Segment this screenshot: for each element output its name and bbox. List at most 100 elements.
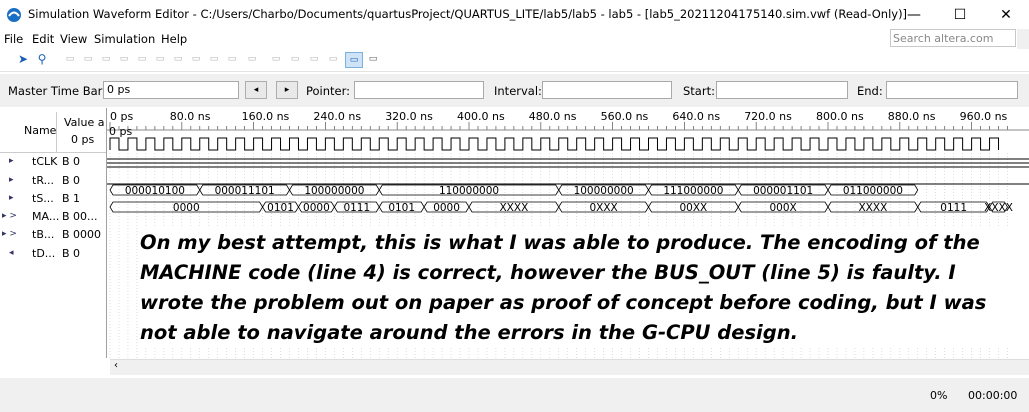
value-column-header: Value a [64, 116, 105, 129]
pointer-label: Pointer: [306, 84, 351, 98]
bus-icon: ▸ > [2, 229, 17, 239]
signal-value: B 1 [62, 192, 81, 205]
menu-simulation[interactable]: Simulation [94, 32, 155, 46]
signal-value: B 0 [62, 155, 81, 168]
signal-row-tdone[interactable]: ◂ tD... B 0 [0, 245, 106, 263]
count-value-icon[interactable]: ▭ [189, 52, 203, 66]
bus-out-value: 0000 [303, 202, 330, 214]
bus-out-value: 00XX [680, 202, 708, 214]
menu-view[interactable]: View [60, 32, 87, 46]
menu-help[interactable]: Help [161, 32, 187, 46]
signal-value: B 0 [62, 174, 81, 187]
toolbar-scroll[interactable] [1017, 29, 1029, 49]
menu-bar: File Edit View Simulation Help [0, 30, 1029, 50]
prev-transition-button[interactable]: ◂ [245, 81, 267, 99]
machine-bus-value: 110000000 [439, 185, 499, 197]
reverse-order-icon[interactable]: ▭ [326, 52, 340, 66]
app-icon [7, 8, 21, 22]
start-label: Start: [683, 84, 715, 98]
zoom-tool-icon[interactable]: ⚲ [35, 52, 49, 66]
signal-row-tbusout[interactable]: ▸ > tB... B 0000 [0, 226, 106, 244]
time-tick-label: 560.0 ns [601, 110, 649, 123]
master-time-bar-field[interactable]: 0 ps [103, 81, 239, 99]
status-bar: 0% 00:00:00 [0, 378, 1029, 412]
interval-label: Interval: [494, 84, 542, 98]
scroll-left-icon[interactable]: ‹ [114, 360, 118, 371]
time-tick-label: 160.0 ns [242, 110, 290, 123]
time-tick-label: 480.0 ns [529, 110, 577, 123]
bus-out-value: 0101 [388, 202, 415, 214]
title-bar: Simulation Waveform Editor - C:/Users/Ch… [0, 0, 1029, 30]
time-tick-label: 720.0 ns [744, 110, 792, 123]
window-title: Simulation Waveform Editor - C:/Users/Ch… [28, 7, 908, 21]
end-label: End: [857, 84, 883, 98]
signal-row-tstart[interactable]: ▸ tS... B 1 [0, 190, 106, 208]
bus-out-value: 0XXX [589, 202, 617, 214]
horizontal-scrollbar[interactable]: ‹ [110, 359, 1029, 375]
name-column-header: Name [24, 124, 57, 137]
random-value-icon[interactable]: ▭ [245, 52, 259, 66]
machine-bus-value: 100000000 [304, 185, 364, 197]
minimize-button[interactable]: — [891, 0, 937, 30]
signal-row-tclk[interactable]: ▸ tCLK B 0 [0, 153, 106, 171]
signal-name: tS... [32, 192, 54, 205]
value-column-time: 0 ps [71, 133, 95, 146]
header-clock-waveform [109, 137, 1000, 151]
next-transition-button[interactable]: ▸ [276, 81, 298, 99]
menu-file[interactable]: File [4, 32, 23, 46]
timing-sim-icon[interactable]: ▭ [366, 52, 380, 66]
menu-edit[interactable]: Edit [32, 32, 54, 46]
bus-out-value: XXXX [984, 202, 1013, 214]
machine-bus-value: 111000000 [663, 185, 723, 197]
signal-value: B 00... [62, 210, 98, 223]
input-pin-icon: ▸ [9, 156, 14, 166]
toolbar: ➤ ⚲ ▭ ▭ ▭ ▭ ▭ ▭ ▭ ▭ ▭ ▭ ▭ ▭ ▭ ▭ ▭ ▭ ▭ [0, 50, 1029, 72]
machine-bus-value: 000010100 [125, 185, 185, 197]
force-high-icon[interactable]: ▭ [81, 52, 95, 66]
bus-icon: ▸ > [2, 211, 17, 221]
bus-out-value: 0101 [267, 202, 294, 214]
close-button[interactable]: ✕ [983, 0, 1029, 30]
time-bar: Master Time Bar: 0 ps ◂ ▸ Pointer: Inter… [0, 74, 1029, 107]
maximize-button[interactable]: ☐ [937, 0, 983, 30]
pointer-field[interactable] [354, 81, 484, 99]
bus-out-value: 000X [770, 202, 797, 214]
signal-name: MA... [32, 210, 60, 223]
force-low-icon[interactable]: ▭ [63, 52, 77, 66]
functional-sim-icon[interactable]: ▭ [345, 52, 363, 68]
bus-out-value: 0111 [343, 202, 370, 214]
machine-bus-value: 011000000 [843, 185, 903, 197]
signal-row-machine[interactable]: ▸ > MA... B 00... [0, 208, 106, 226]
bus-out-value: 0111 [940, 202, 967, 214]
ungroup-icon[interactable]: ▭ [307, 52, 321, 66]
column-divider [56, 112, 57, 152]
force-hiz-icon[interactable]: ▭ [117, 52, 131, 66]
output-pin-icon: ◂ [9, 248, 14, 258]
time-tick-label: 880.0 ns [888, 110, 936, 123]
input-pin-icon: ▸ [9, 193, 14, 203]
signal-name: tD... [32, 247, 56, 260]
weak-high-icon[interactable]: ▭ [153, 52, 167, 66]
time-tick-label: 960.0 ns [960, 110, 1008, 123]
time-tick-label: 240.0 ns [313, 110, 361, 123]
bus-out-value: XXXX [858, 202, 887, 214]
machine-bus-value: 100000000 [574, 185, 634, 197]
clock-icon[interactable]: ▭ [207, 52, 221, 66]
time-tick-label: 640.0 ns [672, 110, 720, 123]
snap-to-grid-icon[interactable]: ▭ [269, 52, 283, 66]
group-icon[interactable]: ▭ [288, 52, 302, 66]
input-pin-icon: ▸ [9, 175, 14, 185]
invert-icon[interactable]: ▭ [171, 52, 185, 66]
pointer-tool-icon[interactable]: ➤ [16, 52, 30, 66]
force-unknown-icon[interactable]: ▭ [99, 52, 113, 66]
end-field[interactable] [886, 81, 1018, 99]
signal-row-treset[interactable]: ▸ tR... B 0 [0, 172, 106, 190]
elapsed-time: 00:00:00 [968, 389, 1018, 402]
arbitrary-value-icon[interactable]: ▭ [225, 52, 239, 66]
search-input[interactable]: Search altera.com [890, 29, 1016, 47]
interval-field[interactable] [542, 81, 672, 99]
signal-name: tB... [32, 228, 55, 241]
bus-out-value: 0000 [433, 202, 460, 214]
start-field[interactable] [716, 81, 848, 99]
weak-low-icon[interactable]: ▭ [135, 52, 149, 66]
